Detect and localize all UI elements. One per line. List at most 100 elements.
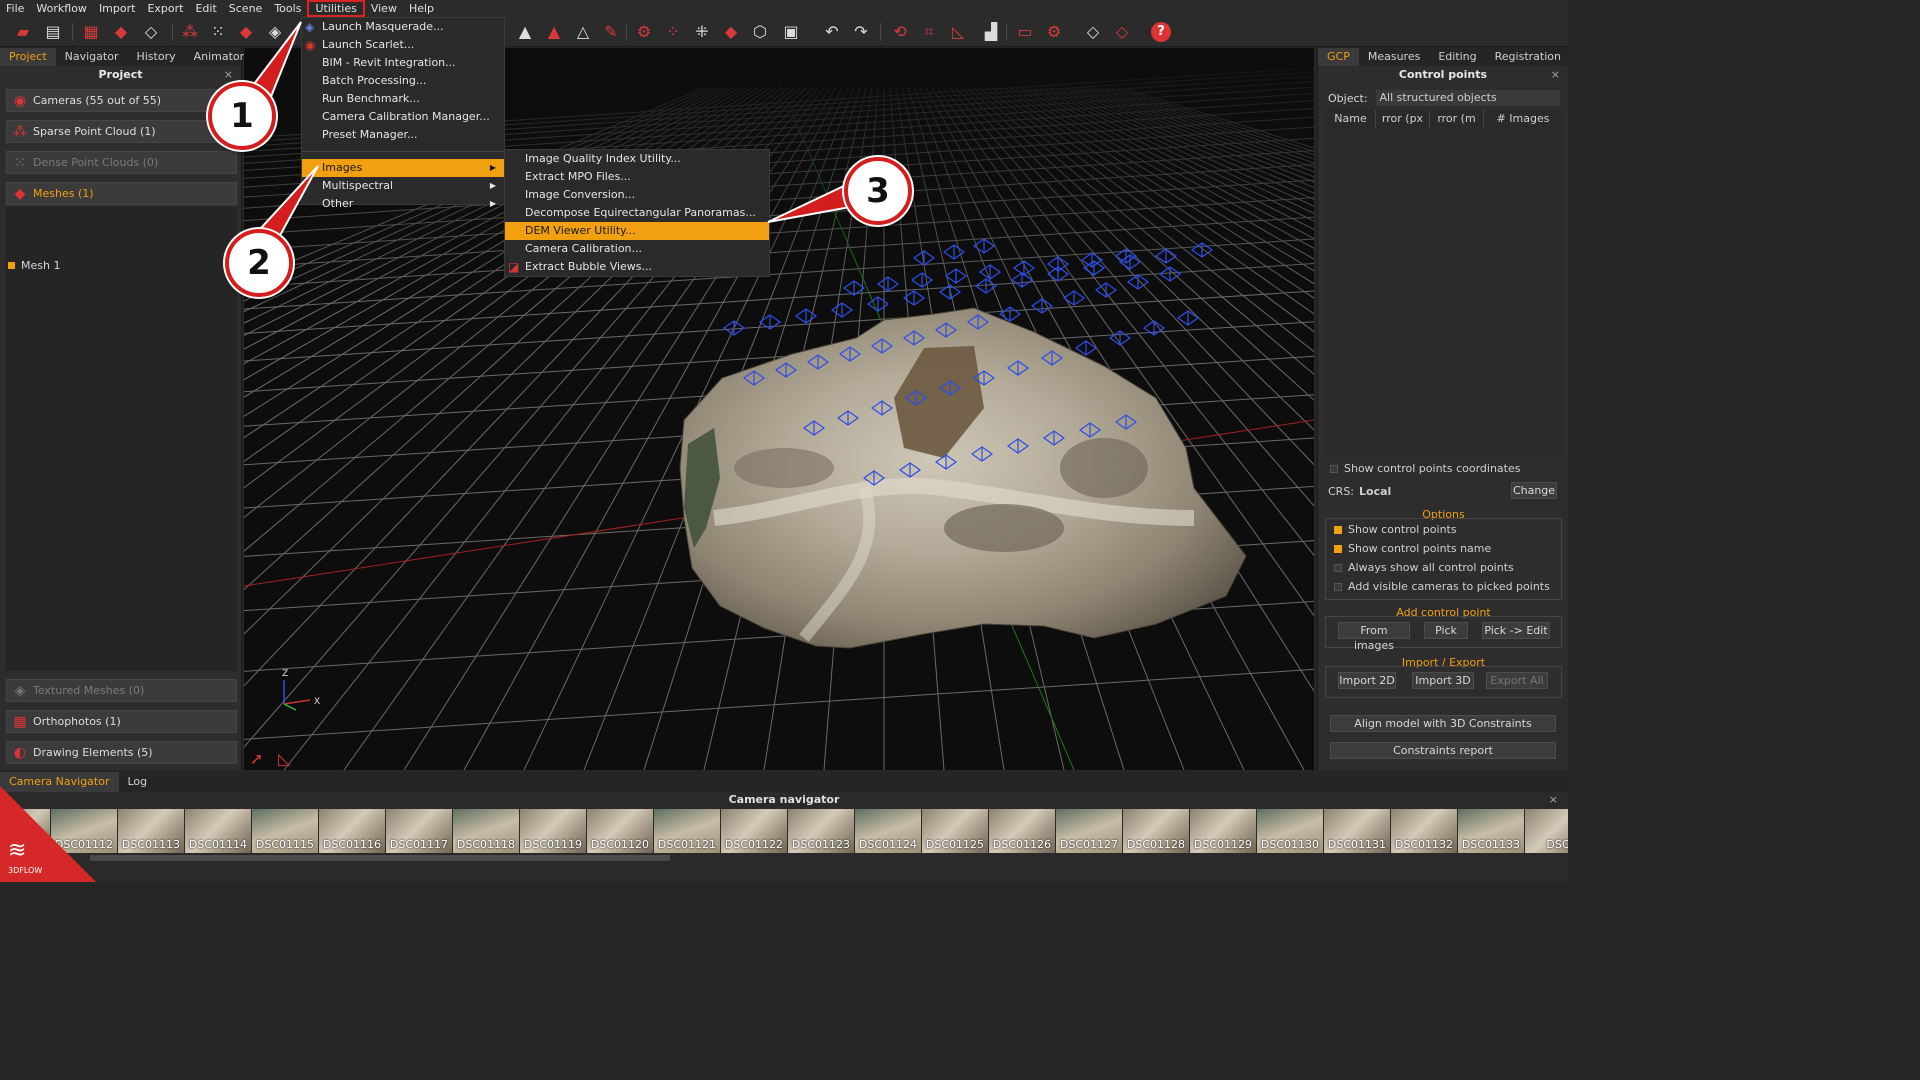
points-icon[interactable]: ⁘ bbox=[662, 21, 684, 43]
mesh-triangle-icon[interactable]: ▲ bbox=[514, 21, 536, 43]
tree-item-mesh-1[interactable]: Mesh 1 bbox=[8, 259, 60, 272]
from-images-button[interactable]: From images bbox=[1338, 622, 1410, 652]
camera-thumbnail[interactable]: DSC01117 bbox=[386, 809, 452, 853]
camera-icon[interactable]: ⚙ bbox=[633, 21, 655, 43]
menu-item-preset-manager[interactable]: Preset Manager... bbox=[302, 126, 504, 144]
section-textured-meshes[interactable]: ◈ Textured Meshes (0) bbox=[6, 679, 237, 702]
checkbox-box[interactable] bbox=[1334, 582, 1342, 591]
checkbox-box[interactable] bbox=[1334, 544, 1342, 553]
show-coords-checkbox[interactable]: Show control points coordinates bbox=[1330, 462, 1520, 475]
camera-thumbnail[interactable]: DSC01119 bbox=[520, 809, 586, 853]
mesh-icon[interactable]: ◆ bbox=[235, 21, 257, 43]
camera-thumbnail[interactable]: DSC01131 bbox=[1324, 809, 1390, 853]
help-icon[interactable]: ? bbox=[1150, 21, 1172, 43]
checkbox-box[interactable] bbox=[1330, 464, 1338, 473]
camera-thumbnail[interactable]: DSC01132 bbox=[1391, 809, 1457, 853]
tab-project[interactable]: Project bbox=[0, 48, 56, 66]
settings-icon[interactable]: ⚙ bbox=[1043, 21, 1065, 43]
close-icon[interactable]: × bbox=[224, 66, 233, 84]
tab-measures[interactable]: Measures bbox=[1359, 48, 1429, 66]
view-cube-icon[interactable]: ◇ bbox=[1082, 21, 1104, 43]
align-3d-constraints-button[interactable]: Align model with 3D Constraints bbox=[1330, 715, 1556, 732]
camera-thumbnail[interactable]: DSC bbox=[1525, 809, 1568, 853]
tab-registration[interactable]: Registration bbox=[1486, 48, 1568, 66]
column-error-px[interactable]: rror (px bbox=[1376, 110, 1430, 128]
import-3d-button[interactable]: Import 3D bbox=[1412, 672, 1474, 689]
cube-icon[interactable]: ◆ bbox=[110, 21, 132, 43]
tab-gcp[interactable]: GCP bbox=[1318, 48, 1359, 66]
menu-item-image-conversion[interactable]: Image Conversion... bbox=[505, 186, 769, 204]
section-sparse-point-cloud[interactable]: ⁂ Sparse Point Cloud (1) bbox=[6, 120, 237, 143]
brush-icon[interactable]: ✎ bbox=[600, 21, 622, 43]
change-crs-button[interactable]: Change bbox=[1511, 482, 1557, 499]
section-dense-point-clouds[interactable]: ⁙ Dense Point Clouds (0) bbox=[6, 151, 237, 174]
screen-icon[interactable]: ▣ bbox=[780, 21, 802, 43]
camera-thumbnail[interactable]: DSC01128 bbox=[1123, 809, 1189, 853]
menu-item-run-benchmark[interactable]: Run Benchmark... bbox=[302, 90, 504, 108]
save-icon[interactable]: ▤ bbox=[42, 21, 64, 43]
menu-export[interactable]: Export bbox=[141, 0, 189, 17]
menu-help[interactable]: Help bbox=[403, 0, 440, 17]
camera-thumbnail[interactable]: DSC01116 bbox=[319, 809, 385, 853]
camera-thumbnail[interactable]: DSC01125 bbox=[922, 809, 988, 853]
camera-thumbnail[interactable]: DSC01118 bbox=[453, 809, 519, 853]
menu-item-launch-scarlet[interactable]: ◉ Launch Scarlet... bbox=[302, 36, 504, 54]
camera-thumbnail[interactable]: DSC01123 bbox=[788, 809, 854, 853]
measure-icon[interactable]: ◺ bbox=[278, 749, 291, 768]
camera-thumbnail[interactable]: DSC01114 bbox=[185, 809, 251, 853]
camera-thumbnail[interactable]: DSC01122 bbox=[721, 809, 787, 853]
pick-edit-button[interactable]: Pick -> Edit bbox=[1482, 622, 1550, 639]
menu-import[interactable]: Import bbox=[93, 0, 142, 17]
camera-thumbnail[interactable]: DSC01120 bbox=[587, 809, 653, 853]
close-icon[interactable]: × bbox=[1551, 66, 1560, 84]
camera-thumbnail[interactable]: DSC01115 bbox=[252, 809, 318, 853]
chart-icon[interactable]: ▟ bbox=[980, 21, 1002, 43]
camera-thumbnail[interactable]: DSC01121 bbox=[654, 809, 720, 853]
camera-thumbnail[interactable]: DSC01124 bbox=[855, 809, 921, 853]
menu-item-image-quality-index[interactable]: Image Quality Index Utility... bbox=[505, 150, 769, 168]
menu-item-images[interactable]: Images ▶ bbox=[302, 159, 504, 177]
new-project-icon[interactable]: ▰ bbox=[12, 21, 34, 43]
undo-icon[interactable]: ↶ bbox=[821, 21, 843, 43]
checkbox-box[interactable] bbox=[1334, 563, 1342, 572]
menu-item-extract-mpo[interactable]: Extract MPO Files... bbox=[505, 168, 769, 186]
tab-animator[interactable]: Animator bbox=[185, 48, 254, 66]
script-icon[interactable]: ▭ bbox=[1014, 21, 1036, 43]
menu-item-batch-processing[interactable]: Batch Processing... bbox=[302, 72, 504, 90]
tab-editing[interactable]: Editing bbox=[1429, 48, 1485, 66]
section-meshes[interactable]: ◆ Meshes (1) bbox=[6, 182, 237, 205]
thumbnail-scrollbar[interactable] bbox=[90, 855, 670, 861]
menu-item-dem-viewer[interactable]: DEM Viewer Utility... bbox=[505, 222, 769, 240]
section-drawing-elements[interactable]: ◐ Drawing Elements (5) bbox=[6, 741, 237, 764]
red-cube-icon[interactable]: ◇ bbox=[1111, 21, 1133, 43]
texture-icon[interactable]: ◈ bbox=[264, 21, 286, 43]
camera-thumbnail[interactable]: DSC01127 bbox=[1056, 809, 1122, 853]
import-2d-button[interactable]: Import 2D bbox=[1338, 672, 1396, 689]
pick-button[interactable]: Pick bbox=[1424, 622, 1468, 639]
section-orthophotos[interactable]: ▦ Orthophotos (1) bbox=[6, 710, 237, 733]
tab-navigator[interactable]: Navigator bbox=[56, 48, 128, 66]
camera-thumbnail[interactable]: DSC01130 bbox=[1257, 809, 1323, 853]
red-triangle-icon[interactable]: ▲ bbox=[543, 21, 565, 43]
camera-thumbnail[interactable]: DSC01113 bbox=[118, 809, 184, 853]
menu-file[interactable]: File bbox=[0, 0, 30, 17]
menu-tools[interactable]: Tools bbox=[268, 0, 307, 17]
column-images[interactable]: # Images bbox=[1484, 110, 1562, 128]
always-show-all-checkbox[interactable]: Always show all control points bbox=[1334, 561, 1514, 574]
wire-triangle-icon[interactable]: △ bbox=[572, 21, 594, 43]
column-error-m[interactable]: rror (m bbox=[1430, 110, 1484, 128]
box-icon[interactable]: ◆ bbox=[720, 21, 742, 43]
menu-item-other[interactable]: Other ▶ bbox=[302, 195, 504, 213]
camera-thumbnail[interactable]: DSC01126 bbox=[989, 809, 1055, 853]
menu-item-bim-revit[interactable]: BIM - Revit Integration... bbox=[302, 54, 504, 72]
sparse-cloud-icon[interactable]: ⁂ bbox=[179, 21, 201, 43]
camera-thumbnail[interactable]: DSC01129 bbox=[1190, 809, 1256, 853]
menu-item-camera-calibration[interactable]: Camera Calibration... bbox=[505, 240, 769, 258]
close-icon[interactable]: × bbox=[1549, 792, 1558, 808]
show-control-points-name-checkbox[interactable]: Show control points name bbox=[1334, 542, 1491, 555]
column-name[interactable]: Name bbox=[1326, 110, 1376, 128]
tab-log[interactable]: Log bbox=[119, 772, 157, 792]
menu-edit[interactable]: Edit bbox=[189, 0, 222, 17]
box-outline-icon[interactable]: ⬡ bbox=[749, 21, 771, 43]
tab-history[interactable]: History bbox=[127, 48, 184, 66]
